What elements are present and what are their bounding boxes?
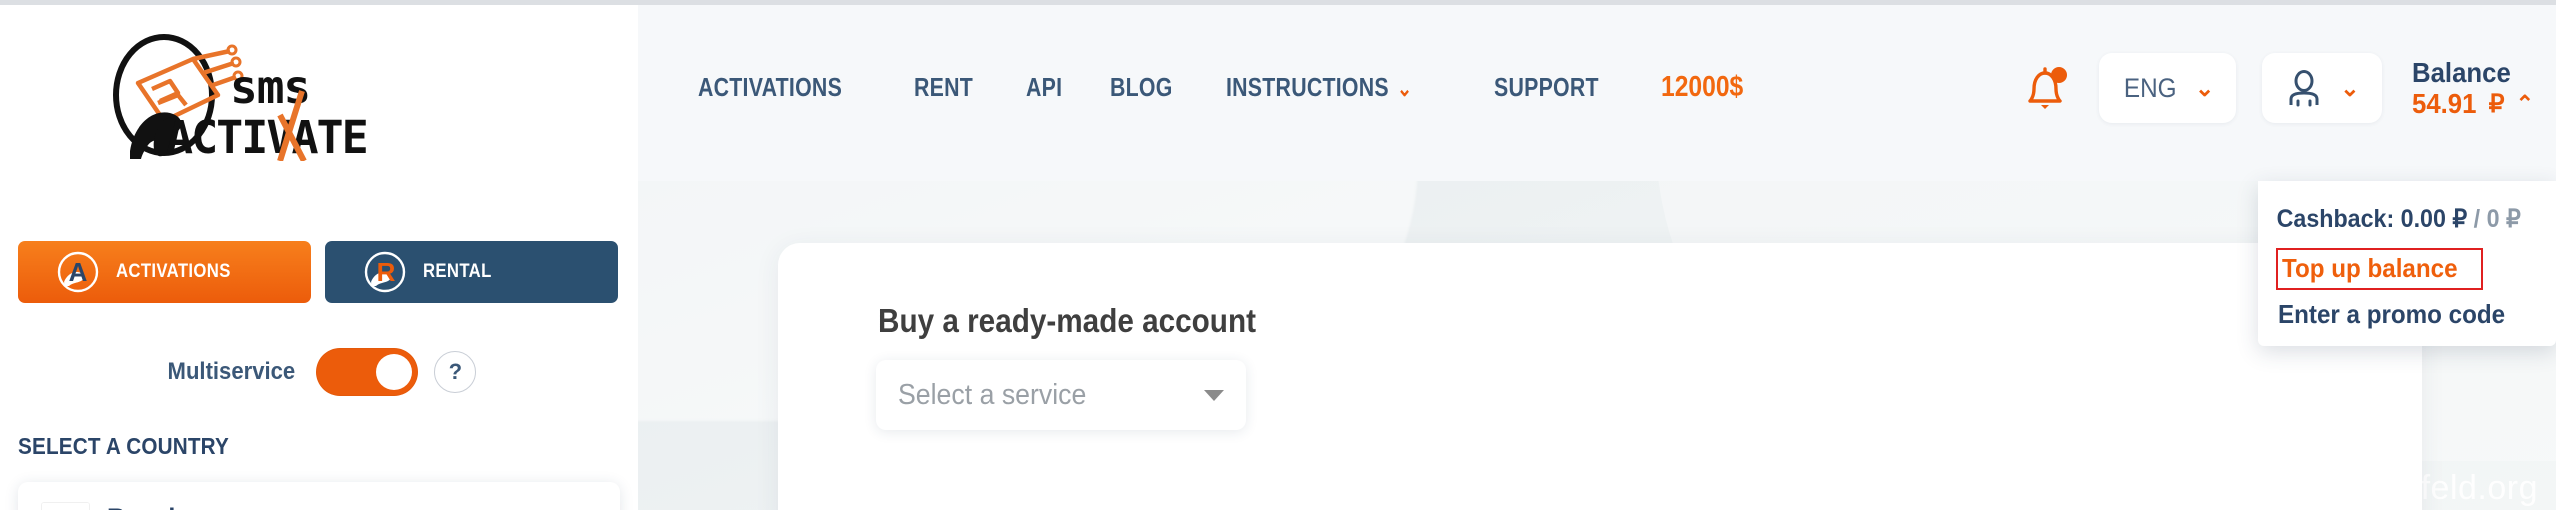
notifications-button[interactable] bbox=[2017, 60, 2073, 116]
top-up-balance-label: Top up balance bbox=[2282, 253, 2458, 283]
brand-logo[interactable]: sms ACTIVATE bbox=[108, 33, 488, 161]
caret-down-icon bbox=[1204, 389, 1224, 401]
balance-button[interactable]: Balance 54.91 ₽ ⌃ bbox=[2412, 57, 2534, 120]
multiservice-toggle[interactable] bbox=[316, 348, 419, 396]
balance-amount: 54.91 bbox=[2411, 88, 2477, 119]
nav-item-instructions-label: INSTRUCTIONS bbox=[1226, 72, 1390, 102]
cashback-label: Cashback: bbox=[2276, 205, 2395, 233]
cashback-separator: / bbox=[2473, 205, 2481, 233]
multiservice-help-icon[interactable]: ? bbox=[434, 351, 477, 393]
sidebar: sms ACTIVATE A ACTIVATIONS R RENTAL Mult… bbox=[0, 5, 638, 510]
activations-a-icon: A bbox=[57, 251, 99, 293]
nav-item-rent[interactable]: RENT bbox=[914, 72, 973, 103]
nav-item-activations[interactable]: ACTIVATIONS bbox=[698, 72, 842, 103]
balance-dropdown-panel: Cashback: 0.00 ₽ / 0 ₽ Top up balance En… bbox=[2258, 181, 2556, 346]
bell-icon bbox=[2027, 67, 2067, 109]
svg-text:R: R bbox=[377, 257, 396, 287]
balance-value-row: 54.91 ₽ ⌃ bbox=[2412, 88, 2534, 119]
sidebar-button-activations-label: ACTIVATIONS bbox=[116, 261, 231, 282]
language-selector-value: ENG bbox=[2123, 72, 2177, 103]
cashback-row: Cashback: 0.00 ₽ / 0 ₽ bbox=[2258, 204, 2535, 234]
top-header: ACTIVATIONS RENT API BLOG INSTRUCTIONS ⌄… bbox=[638, 5, 2556, 181]
select-country-heading: SELECT A COUNTRY bbox=[18, 433, 230, 459]
svg-text:A: A bbox=[69, 257, 88, 287]
account-menu-button[interactable]: ⌄ bbox=[2262, 53, 2382, 123]
balance-currency: ₽ bbox=[2488, 89, 2505, 118]
multiservice-row: Multiservice ? bbox=[0, 348, 638, 396]
enter-promo-code-label: Enter a promo code bbox=[2278, 299, 2506, 329]
nav-item-blog[interactable]: BLOG bbox=[1110, 72, 1173, 103]
service-select[interactable]: Select a service bbox=[876, 360, 1246, 430]
rental-r-icon: R bbox=[364, 251, 406, 293]
chevron-down-icon: ⌄ bbox=[572, 505, 594, 510]
enter-promo-code-link[interactable]: Enter a promo code bbox=[2278, 299, 2556, 330]
russia-flag-icon bbox=[42, 502, 89, 510]
sidebar-button-rental[interactable]: R RENTAL bbox=[325, 241, 618, 303]
country-selector-value: Russia bbox=[107, 503, 189, 510]
language-selector[interactable]: ENG ⌄ bbox=[2098, 53, 2237, 123]
multiservice-toggle-knob bbox=[376, 354, 413, 390]
nav-amount-badge[interactable]: 12000$ bbox=[1661, 71, 1743, 104]
country-selector[interactable]: Russia ⌄ bbox=[18, 482, 620, 510]
nav-item-instructions[interactable]: INSTRUCTIONS ⌄ bbox=[1226, 72, 1412, 103]
multiservice-label: Multiservice bbox=[167, 358, 295, 385]
chevron-up-icon: ⌃ bbox=[2515, 90, 2534, 116]
mode-button-group: A ACTIVATIONS R RENTAL bbox=[18, 241, 618, 303]
main-navigation: ACTIVATIONS RENT API BLOG INSTRUCTIONS ⌄… bbox=[698, 71, 1758, 104]
chevron-down-icon: ⌄ bbox=[2340, 74, 2360, 101]
card-title: Buy a ready-made account bbox=[878, 302, 1256, 339]
nav-item-support[interactable]: SUPPORT bbox=[1494, 72, 1599, 103]
page-root: sms ACTIVATE A ACTIVATIONS R RENTAL Mult… bbox=[0, 0, 2556, 510]
buy-account-card: Buy a ready-made account Select a servic… bbox=[778, 243, 2422, 510]
user-icon bbox=[2289, 70, 2319, 107]
service-select-placeholder: Select a service bbox=[898, 378, 1087, 411]
sidebar-button-activations[interactable]: A ACTIVATIONS bbox=[18, 241, 311, 303]
cashback-value: 0.00 ₽ bbox=[2400, 205, 2468, 233]
cashback-limit: 0 ₽ bbox=[2486, 205, 2521, 233]
balance-label: Balance bbox=[2411, 56, 2511, 88]
sidebar-button-rental-label: RENTAL bbox=[423, 261, 492, 282]
svg-text:ACTIVATE: ACTIVATE bbox=[166, 111, 367, 161]
nav-item-api[interactable]: API bbox=[1026, 72, 1062, 103]
top-up-balance-link[interactable]: Top up balance bbox=[2276, 248, 2483, 290]
chevron-down-icon: ⌄ bbox=[1397, 75, 1413, 101]
chevron-down-icon: ⌄ bbox=[2195, 74, 2215, 101]
header-actions: ENG ⌄ ⌄ Balance 54.91 ₽ ⌃ bbox=[2017, 53, 2534, 123]
sms-activate-logo-icon: sms ACTIVATE bbox=[113, 34, 369, 161]
